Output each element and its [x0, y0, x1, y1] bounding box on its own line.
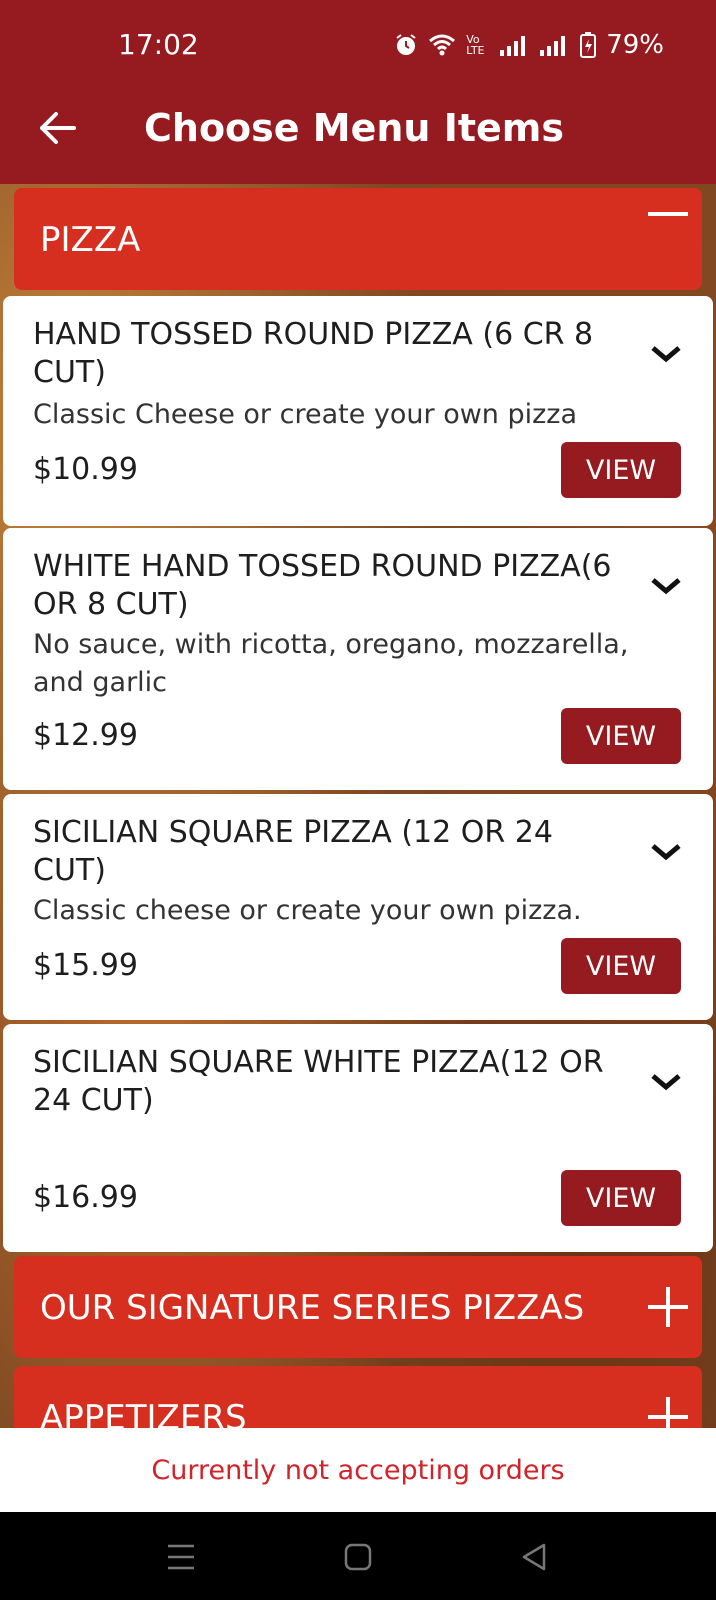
menu-item-card[interactable]: SICILIAN SQUARE WHITE PIZZA(12 OR 24 CUT…	[3, 1024, 713, 1252]
category-label: PIZZA	[40, 220, 141, 260]
home-icon[interactable]	[341, 1540, 375, 1574]
item-price: $16.99	[33, 1180, 138, 1215]
item-price: $10.99	[33, 452, 138, 487]
item-description: No sauce, with ricotta, oregano, mozzare…	[33, 629, 629, 698]
chevron-down-icon[interactable]	[649, 842, 683, 862]
ordering-status-notice: Currently not accepting orders	[0, 1428, 716, 1512]
menu-item-card[interactable]: WHITE HAND TOSSED ROUND PIZZA(6 OR 8 CUT…	[3, 528, 713, 790]
menu-item-card[interactable]: SICILIAN SQUARE PIZZA (12 OR 24 CUT) Cla…	[3, 794, 713, 1020]
battery-icon	[580, 32, 597, 58]
back-nav-icon[interactable]	[518, 1540, 552, 1574]
item-title: SICILIAN SQUARE PIZZA (12 OR 24 CUT)	[33, 815, 553, 888]
signal-icon-2	[540, 36, 566, 56]
item-description: Classic Cheese or create your own pizza	[33, 399, 578, 430]
signal-icon	[500, 36, 526, 56]
network-label: Vo LTE	[466, 33, 485, 57]
system-nav-bar	[0, 1512, 716, 1600]
view-button[interactable]: VIEW	[561, 1170, 681, 1226]
app-header: 17:02 Vo LTE 79% Choose Menu Items	[0, 0, 716, 184]
item-title: SICILIAN SQUARE WHITE PIZZA(12 OR 24 CUT…	[33, 1045, 604, 1118]
back-button[interactable]	[38, 110, 78, 146]
plus-icon	[648, 1287, 688, 1327]
item-price: $15.99	[33, 948, 138, 983]
status-icons: Vo LTE 79%	[394, 30, 664, 60]
menu-item-card[interactable]: HAND TOSSED ROUND PIZZA (6 CR 8 CUT) Cla…	[3, 296, 713, 526]
status-time: 17:02	[118, 28, 199, 61]
view-button[interactable]: VIEW	[561, 938, 681, 994]
view-button[interactable]: VIEW	[561, 442, 681, 498]
view-button[interactable]: VIEW	[561, 708, 681, 764]
battery-level: 79%	[606, 30, 664, 60]
recent-apps-icon[interactable]	[164, 1540, 198, 1574]
arrow-left-icon	[40, 112, 76, 144]
wifi-icon	[429, 34, 456, 56]
chevron-down-icon[interactable]	[649, 576, 683, 596]
category-signature-pizzas[interactable]: OUR SIGNATURE SERIES PIZZAS	[14, 1256, 702, 1358]
item-title: HAND TOSSED ROUND PIZZA (6 CR 8 CUT)	[33, 317, 594, 390]
item-title: WHITE HAND TOSSED ROUND PIZZA(6 OR 8 CUT…	[33, 549, 612, 622]
page-title: Choose Menu Items	[144, 106, 564, 150]
category-label: OUR SIGNATURE SERIES PIZZAS	[40, 1288, 585, 1328]
category-pizza[interactable]: PIZZA	[14, 188, 702, 290]
minus-icon	[648, 212, 688, 216]
item-price: $12.99	[33, 718, 138, 753]
item-description: Classic cheese or create your own pizza.	[33, 895, 582, 926]
alarm-icon	[396, 34, 416, 55]
chevron-down-icon[interactable]	[649, 1072, 683, 1092]
chevron-down-icon[interactable]	[649, 344, 683, 364]
